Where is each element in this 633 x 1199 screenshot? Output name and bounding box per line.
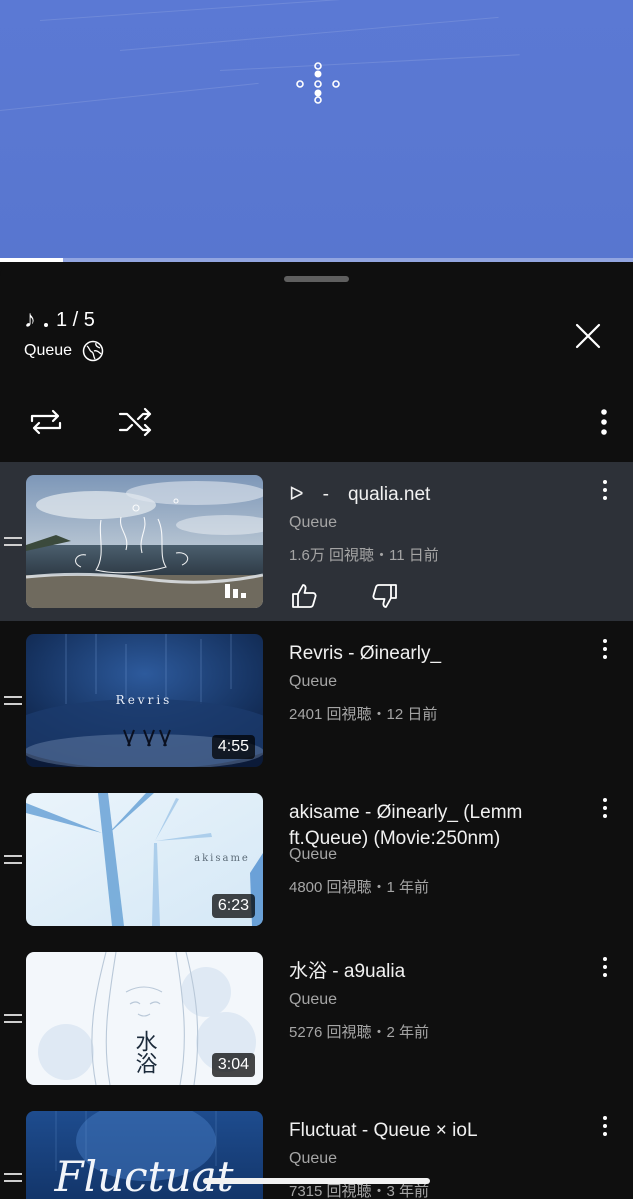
home-indicator[interactable] — [203, 1178, 430, 1184]
video-title: Revris - Øinearly_ — [289, 643, 442, 664]
video-meta: 4800 回視聴・1 年前 — [289, 879, 430, 896]
more-vert-icon[interactable] — [596, 1116, 614, 1140]
more-vert-icon[interactable] — [596, 798, 614, 822]
dislike-icon[interactable] — [371, 582, 399, 610]
video-duration: 6:23 — [211, 894, 255, 918]
queue-sheet: ♪ 1 / 5 Queue ᐅ - qualia.net Queue 1.6万 … — [0, 262, 633, 1199]
video-title: akisame - Øinearly_ (Lemm ft.Queue) (Mov… — [289, 802, 523, 849]
queue-position: 1 / 5 — [56, 308, 95, 331]
video-title: 水浴 - a9ualia — [289, 961, 406, 982]
video-player[interactable] — [0, 0, 633, 262]
more-vert-icon[interactable] — [596, 957, 614, 981]
video-thumbnail[interactable]: 水浴 3:04 — [26, 952, 263, 1085]
shuffle-icon[interactable] — [116, 402, 156, 442]
queue-controls — [0, 402, 633, 442]
more-vert-icon[interactable] — [592, 406, 616, 438]
drag-handle-icon[interactable] — [4, 696, 22, 708]
video-meta: 5276 回視聴・2 年前 — [289, 1024, 430, 1041]
now-playing-icon — [225, 584, 246, 598]
thumb-text-mizuyoku: 水浴 — [132, 1030, 158, 1074]
close-icon[interactable] — [574, 322, 602, 350]
more-vert-icon[interactable] — [596, 480, 614, 504]
more-vert-icon[interactable] — [596, 639, 614, 663]
video-meta: 2401 回視聴・12 日前 — [289, 706, 438, 723]
queue-list: ᐅ - qualia.net Queue 1.6万 回視聴・11 日前 Revr… — [0, 462, 633, 1199]
channel-name: Queue — [289, 1150, 338, 1167]
separator-dot — [44, 323, 48, 327]
video-title: ᐅ - qualia.net — [289, 484, 431, 505]
video-thumbnail[interactable] — [26, 475, 263, 608]
channel-name: Queue — [289, 673, 338, 690]
video-meta: 1.6万 回視聴・11 日前 — [289, 547, 439, 564]
drag-handle-icon[interactable] — [4, 1173, 22, 1185]
sheet-drag-handle[interactable] — [284, 276, 349, 282]
video-thumbnail[interactable]: akisame 6:23 — [26, 793, 263, 926]
globe-icon — [82, 340, 104, 362]
channel-name: Queue — [289, 846, 338, 863]
video-duration: 4:55 — [211, 735, 255, 759]
channel-name: Queue — [289, 514, 338, 531]
thumb-text-revris: Revris — [116, 693, 173, 707]
queue-header: ♪ 1 / 5 Queue — [24, 308, 104, 362]
queue-item-active[interactable]: ᐅ - qualia.net Queue 1.6万 回視聴・11 日前 — [0, 462, 633, 621]
drag-handle-icon[interactable] — [4, 537, 22, 549]
queue-item[interactable]: 水浴 3:04 水浴 - a9ualia Queue 5276 回視聴・2 年前 — [0, 939, 633, 1098]
video-logo-icon — [296, 62, 340, 104]
video-thumbnail[interactable]: Revris 4:55 — [26, 634, 263, 767]
like-icon[interactable] — [290, 582, 318, 610]
repeat-icon[interactable] — [26, 402, 66, 442]
thumb-text-akisame: akisame — [194, 853, 250, 864]
music-note-icon: ♪ — [24, 306, 36, 333]
drag-handle-icon[interactable] — [4, 855, 22, 867]
queue-item[interactable]: akisame 6:23 akisame - Øinearly_ (Lemm f… — [0, 780, 633, 939]
channel-name: Queue — [289, 991, 338, 1008]
queue-title: Queue — [24, 342, 73, 359]
drag-handle-icon[interactable] — [4, 1014, 22, 1026]
thumb-text-fluctuat: Fluctuat — [54, 1152, 234, 1199]
video-title: Fluctuat - Queue × ioL — [289, 1120, 478, 1141]
video-thumbnail[interactable]: Fluctuat — [26, 1111, 263, 1199]
video-duration: 3:04 — [211, 1053, 255, 1077]
queue-item[interactable]: Revris 4:55 Revris - Øinearly_ Queue 240… — [0, 621, 633, 780]
